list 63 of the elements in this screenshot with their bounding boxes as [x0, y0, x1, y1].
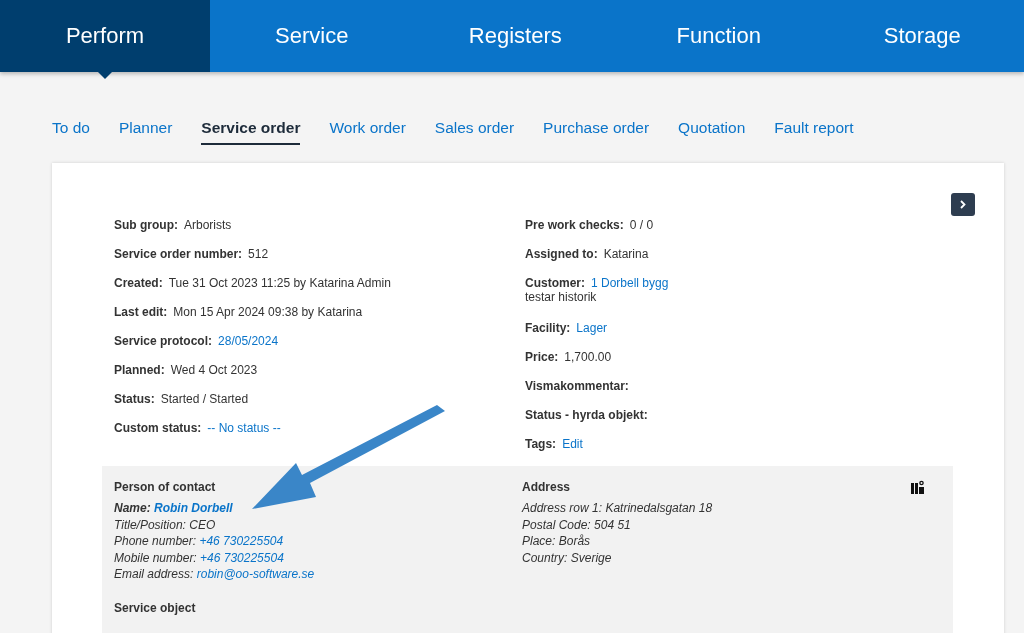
detail-link[interactable]: -- No status -- — [207, 421, 281, 435]
detail-label: Last edit: — [114, 305, 169, 319]
map-pin-icon[interactable] — [911, 480, 925, 494]
detail-value: 1,700.00 — [564, 350, 612, 364]
contact-link[interactable]: robin@oo-software.se — [196, 567, 315, 581]
sub-tab[interactable]: Service order — [201, 119, 301, 145]
address-line: Country: Sverige — [522, 549, 613, 566]
detail-label: Customer: — [525, 276, 586, 290]
detail-value: 512 — [248, 247, 269, 261]
detail-label: Status - hyrda objekt: — [525, 408, 649, 422]
address-line: Address row 1: Katrinedalsgatan 18 — [522, 500, 714, 517]
sub-tab[interactable]: Purchase order — [543, 119, 650, 145]
main-nav-tab[interactable]: Service — [210, 0, 414, 72]
detail-value: Wed 4 Oct 2023 — [170, 363, 258, 377]
detail-label: Service order number: — [114, 247, 244, 261]
sub-tab[interactable]: To do — [52, 119, 90, 145]
contact-line: Name: Robin Dorbell — [114, 500, 234, 517]
detail-link[interactable]: 28/05/2024 — [218, 334, 279, 348]
section-title: Service object — [114, 600, 197, 615]
detail-label: Facility: — [525, 321, 572, 335]
main-nav-tab[interactable]: Registers — [413, 0, 617, 72]
main-nav-tab[interactable]: Storage — [820, 0, 1024, 72]
detail-value: Started / Started — [160, 392, 249, 406]
detail-link[interactable]: Lager — [576, 321, 608, 335]
contact-line: Title/Position: CEO — [114, 516, 217, 533]
detail-value: 0 / 0 — [629, 218, 654, 232]
contact-line: Mobile number: +46 730225504 — [114, 549, 285, 566]
detail-label: Vismakommentar: — [525, 379, 630, 393]
detail-label: Planned: — [114, 363, 166, 377]
detail-label: Created: — [114, 276, 164, 290]
detail-value: Arborists — [184, 218, 232, 232]
detail-note: testar historik — [525, 290, 598, 304]
detail-link[interactable]: 1 Dorbell bygg — [591, 276, 669, 290]
detail-label: Tags: — [525, 437, 558, 451]
contact-link[interactable]: +46 730225504 — [199, 534, 284, 548]
contact-line: Email address: robin@oo-software.se — [114, 566, 316, 583]
sub-tab[interactable]: Planner — [118, 119, 173, 145]
section-title: Person of contact — [114, 480, 217, 494]
contact-link[interactable]: Robin Dorbell — [154, 501, 233, 515]
next-button[interactable] — [951, 193, 975, 216]
detail-label: Service protocol: — [114, 334, 214, 348]
detail-label: Assigned to: — [525, 247, 599, 261]
sub-tab[interactable]: Quotation — [678, 119, 746, 145]
section-title: Address — [522, 480, 572, 494]
detail-value: Tue 31 Oct 2023 11:25 by Katarina Admin — [168, 276, 391, 290]
detail-label: Status: — [114, 392, 156, 406]
detail-label: Price: — [525, 350, 560, 364]
contact-link[interactable]: +46 730225504 — [200, 550, 284, 565]
detail-label: Sub group: — [114, 218, 179, 232]
detail-label: Pre work checks: — [525, 218, 625, 232]
main-nav-tab[interactable]: Function — [617, 0, 821, 72]
address-line: Place: Borås — [522, 533, 592, 550]
contact-line: Phone number: +46 730225504 — [114, 533, 285, 550]
detail-label: Custom status: — [114, 421, 203, 435]
sub-tab[interactable]: Fault report — [774, 119, 854, 145]
selected-pointer — [98, 72, 112, 79]
detail-link[interactable]: Edit — [562, 437, 583, 451]
chevron-right-icon — [960, 200, 966, 209]
sub-tab[interactable]: Sales order — [434, 119, 515, 145]
sub-tab[interactable]: Work order — [329, 119, 406, 145]
detail-value: Katarina — [603, 247, 649, 261]
address-line: Postal Code: 504 51 — [522, 516, 632, 533]
detail-value: Mon 15 Apr 2024 09:38 by Katarina — [173, 305, 363, 319]
